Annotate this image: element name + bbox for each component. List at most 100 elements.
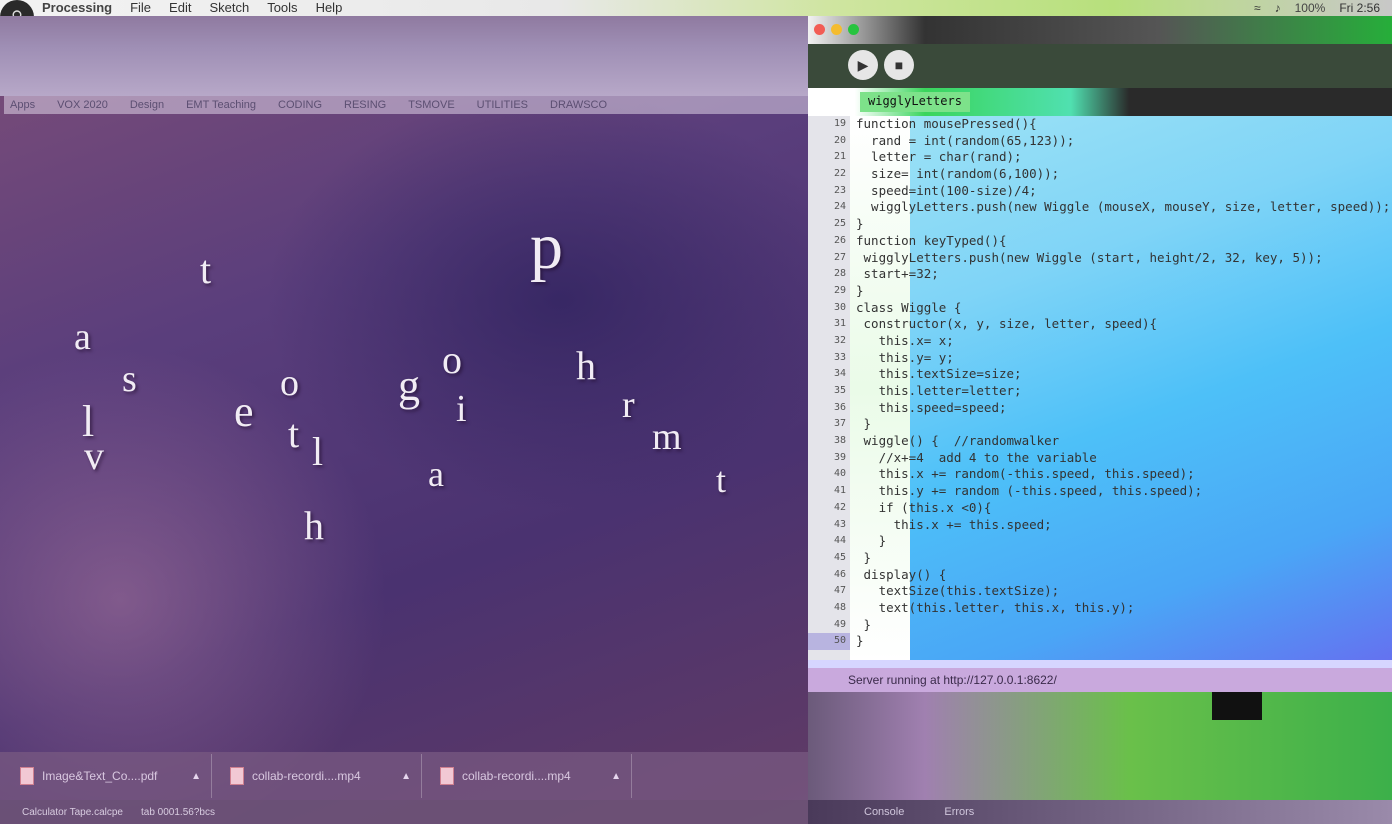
code-line[interactable]: //x+=4 add 4 to the variable [850, 450, 1392, 467]
line-number: 48 [833, 601, 846, 613]
download-item[interactable]: Image&Text_Co....pdf ▲ [10, 754, 212, 798]
bookmark-item[interactable]: Design [130, 99, 164, 111]
tab-console[interactable]: Console [864, 806, 904, 818]
canvas-letter: t [288, 411, 300, 456]
code-line[interactable]: function keyTyped(){ [850, 233, 1392, 250]
tab-errors[interactable]: Errors [944, 806, 974, 818]
clock[interactable]: Fri 2:56 [1339, 0, 1380, 16]
canvas-letter: m [652, 416, 682, 458]
menu-file[interactable]: File [130, 0, 151, 16]
line-number: 34 [833, 368, 846, 380]
line-number: 45 [833, 551, 846, 563]
menu-tools[interactable]: Tools [267, 0, 297, 16]
code-line[interactable]: this.x= x; [850, 333, 1392, 350]
download-item[interactable]: collab-recordi....mp4 ▲ [220, 754, 422, 798]
minimize-icon[interactable] [831, 24, 842, 35]
code-line[interactable]: wigglyLetters.push(new Wiggle (start, he… [850, 250, 1392, 267]
chevron-up-icon[interactable]: ▲ [401, 771, 411, 782]
bookmark-item[interactable]: Apps [10, 99, 35, 111]
canvas-letter: t [716, 460, 727, 500]
code-line[interactable]: } [850, 283, 1392, 300]
line-number: 29 [833, 284, 846, 296]
download-item[interactable]: collab-recordi....mp4 ▲ [430, 754, 632, 798]
canvas-letter: h [304, 503, 324, 548]
line-number: 50 [808, 633, 850, 650]
code-line[interactable]: constructor(x, y, size, letter, speed){ [850, 316, 1392, 333]
downloads-bar: Image&Text_Co....pdf ▲ collab-recordi...… [0, 752, 808, 800]
chevron-up-icon[interactable]: ▲ [191, 771, 201, 782]
code-line[interactable]: this.x += random(-this.speed, this.speed… [850, 466, 1392, 483]
bookmark-item[interactable]: EMT Teaching [186, 99, 256, 111]
code-lines: function mousePressed(){ rand = int(rand… [850, 116, 1392, 650]
code-line[interactable]: this.y= y; [850, 350, 1392, 367]
video-file-icon [440, 767, 454, 785]
code-line[interactable]: text(this.letter, this.x, this.y); [850, 600, 1392, 617]
code-line[interactable]: textSize(this.textSize); [850, 583, 1392, 600]
tab-sketch[interactable]: wigglyLetters [860, 92, 970, 112]
line-number: 28 [833, 268, 846, 280]
code-editor[interactable]: function mousePressed(){ rand = int(rand… [850, 116, 1392, 660]
line-number: 27 [833, 251, 846, 263]
code-line[interactable]: this.letter=letter; [850, 383, 1392, 400]
console-tabs: Console Errors [808, 800, 1392, 824]
canvas-letter: r [622, 384, 635, 426]
code-line[interactable]: if (this.x <0){ [850, 500, 1392, 517]
code-line[interactable]: } [850, 416, 1392, 433]
code-line[interactable]: class Wiggle { [850, 300, 1392, 317]
line-number: 41 [833, 485, 846, 497]
canvas-letter: o [280, 362, 299, 404]
sketch-canvas[interactable]: t p a s o g o h i l v e t l r m a t h [0, 114, 808, 754]
run-button[interactable]: ▶ [848, 50, 878, 80]
line-number: 47 [833, 585, 846, 597]
code-line[interactable]: this.x += this.speed; [850, 517, 1392, 534]
bookmark-item[interactable]: DRAWSCO [550, 99, 607, 111]
bookmark-item[interactable]: CODING [278, 99, 322, 111]
zoom-icon[interactable] [848, 24, 859, 35]
battery-label[interactable]: 100% [1295, 0, 1326, 16]
wifi-icon[interactable]: ≈ [1254, 0, 1261, 16]
code-line[interactable]: start+=32; [850, 266, 1392, 283]
bookmark-item[interactable]: UTILITIES [477, 99, 528, 111]
stop-button[interactable]: ■ [884, 50, 914, 80]
code-line[interactable]: this.textSize=size; [850, 366, 1392, 383]
code-line[interactable]: } [850, 550, 1392, 567]
line-number: 42 [833, 501, 846, 513]
line-number: 36 [833, 401, 846, 413]
code-line[interactable]: } [850, 617, 1392, 634]
line-number: 35 [833, 385, 846, 396]
volume-icon[interactable]: ♪ [1275, 0, 1281, 16]
code-line[interactable]: wigglyLetters.push(new Wiggle (mouseX, m… [850, 199, 1392, 216]
bookmark-item[interactable]: VOX 2020 [57, 99, 108, 111]
canvas-letter: h [576, 343, 596, 388]
line-number: 24 [833, 201, 846, 213]
code-line[interactable]: display() { [850, 567, 1392, 584]
chevron-up-icon[interactable]: ▲ [611, 771, 621, 782]
menu-app-name[interactable]: Processing [42, 0, 112, 16]
line-number: 32 [833, 334, 846, 346]
line-number: 31 [833, 318, 846, 330]
code-line[interactable]: } [850, 216, 1392, 233]
download-filename: collab-recordi....mp4 [462, 769, 571, 783]
code-line[interactable]: } [850, 633, 1392, 650]
code-line[interactable]: size= int(random(6,100)); [850, 166, 1392, 183]
pdf-file-icon [20, 767, 34, 785]
editor-window: ▶ ■ wigglyLetters 19 20 21 22 23 24 25 26 27 28 29… [808, 16, 1392, 692]
bookmark-item[interactable]: RESING [344, 99, 386, 111]
menu-edit[interactable]: Edit [169, 0, 191, 16]
line-number: 43 [833, 518, 846, 530]
code-line[interactable]: speed=int(100-size)/4; [850, 183, 1392, 200]
line-number: 23 [833, 184, 846, 196]
line-number-gutter: 19 20 21 22 23 24 25 26 27 28 29 30 31 32 33 34 35 36 37 38… [808, 116, 850, 660]
line-number: 40 [833, 468, 846, 480]
code-line[interactable]: this.speed=speed; [850, 400, 1392, 417]
code-line[interactable]: } [850, 533, 1392, 550]
bookmark-item[interactable]: TSMOVE [408, 99, 454, 111]
menu-help[interactable]: Help [316, 0, 343, 16]
code-line[interactable]: function mousePressed(){ [850, 116, 1392, 133]
close-icon[interactable] [814, 24, 825, 35]
code-line[interactable]: letter = char(rand); [850, 149, 1392, 166]
code-line[interactable]: this.y += random (-this.speed, this.spee… [850, 483, 1392, 500]
code-line[interactable]: wiggle() { //randomwalker [850, 433, 1392, 450]
menu-sketch[interactable]: Sketch [209, 0, 249, 16]
code-line[interactable]: rand = int(random(65,123)); [850, 133, 1392, 150]
